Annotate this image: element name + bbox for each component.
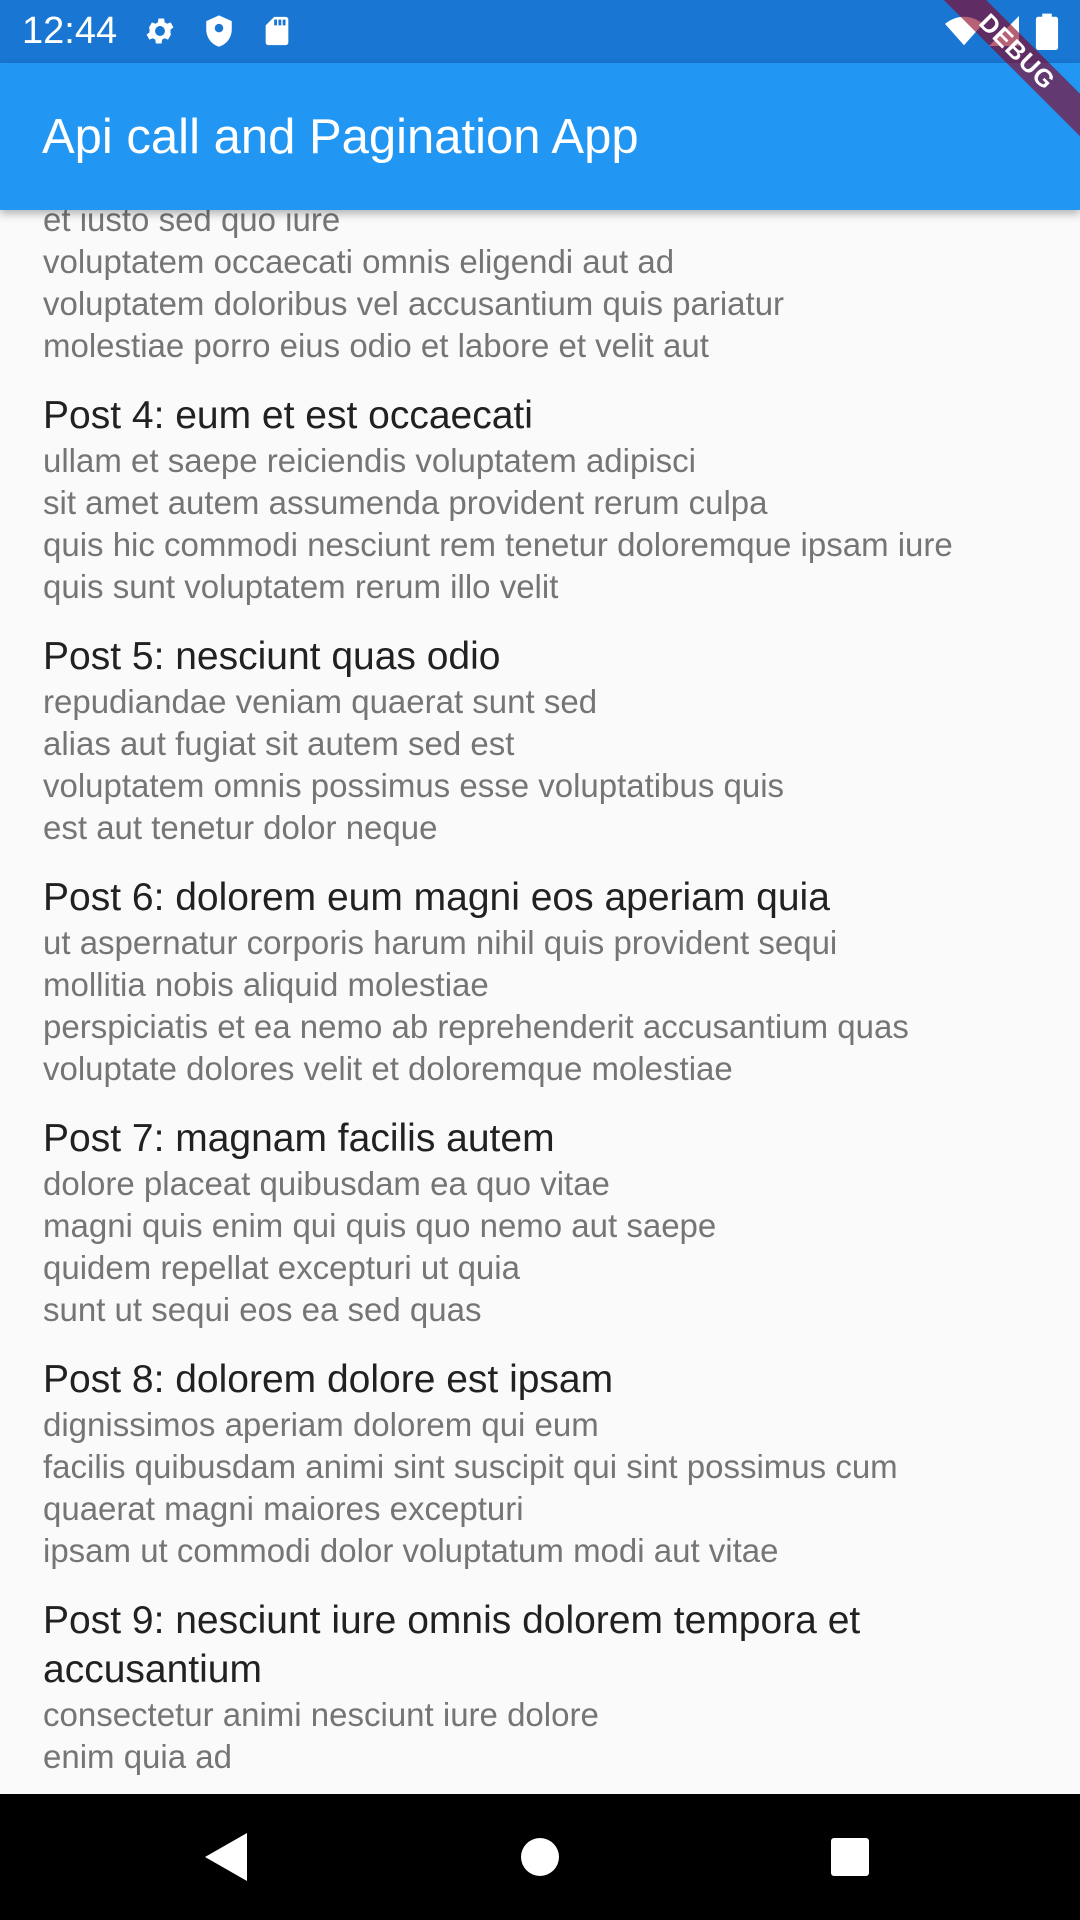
post-title: Post 9: nesciunt iure omnis dolorem temp…	[43, 1599, 861, 1691]
post-title: Post 6: dolorem eum magni eos aperiam qu…	[43, 876, 830, 919]
navigation-bar	[0, 1794, 1080, 1920]
post-body: et iusto sed quo iure voluptatem occaeca…	[43, 201, 785, 364]
list-item[interactable]: Post 9: nesciunt iure omnis dolorem temp…	[43, 1596, 1033, 1778]
recents-button[interactable]	[812, 1819, 888, 1895]
list-item[interactable]: Post 6: dolorem eum magni eos aperiam qu…	[43, 873, 1033, 1090]
back-icon	[205, 1833, 247, 1881]
sd-card-icon	[265, 16, 289, 46]
app-bar: Api call and Pagination App	[0, 63, 1080, 210]
recents-icon	[831, 1838, 869, 1876]
post-title: Post 4: eum et est occaecati	[43, 394, 533, 437]
home-icon	[521, 1838, 559, 1876]
post-title: Post 5: nesciunt quas odio	[43, 635, 501, 678]
post-title: Post 7: magnam facilis autem	[43, 1117, 555, 1160]
home-button[interactable]	[502, 1819, 578, 1895]
shield-icon	[206, 15, 232, 47]
post-body: consectetur animi nesciunt iure dolore e…	[43, 1696, 599, 1775]
list-item[interactable]: Post 7: magnam facilis autem dolore plac…	[43, 1114, 1033, 1331]
post-body: ut aspernatur corporis harum nihil quis …	[43, 924, 909, 1087]
list-item[interactable]: Post 5: nesciunt quas odio repudiandae v…	[43, 632, 1033, 849]
app-bar-title: Api call and Pagination App	[42, 110, 639, 164]
post-list[interactable]: et iusto sed quo iure voluptatem occaeca…	[0, 63, 1080, 1794]
post-body: dolore placeat quibusdam ea quo vitae ma…	[43, 1165, 717, 1328]
list-item[interactable]: Post 4: eum et est occaecati ullam et sa…	[43, 391, 1033, 608]
status-bar: 12:44	[0, 0, 1080, 63]
list-item-partial[interactable]: et iusto sed quo iure voluptatem occaeca…	[43, 199, 1033, 367]
back-button[interactable]	[187, 1819, 263, 1895]
gear-icon	[146, 18, 174, 44]
post-body: dignissimos aperiam dolorem qui eum faci…	[43, 1406, 898, 1569]
post-body: repudiandae veniam quaerat sunt sed alia…	[43, 683, 785, 846]
post-title: Post 8: dolorem dolore est ipsam	[43, 1358, 614, 1401]
list-item[interactable]: Post 8: dolorem dolore est ipsam digniss…	[43, 1355, 1033, 1572]
wifi-icon	[945, 16, 983, 46]
status-time: 12:44	[22, 10, 118, 52]
battery-icon	[1035, 13, 1059, 50]
signal-icon	[989, 16, 1019, 46]
post-body: ullam et saepe reiciendis voluptatem adi…	[43, 442, 953, 605]
post-list-scroll: et iusto sed quo iure voluptatem occaeca…	[43, 199, 1033, 1794]
